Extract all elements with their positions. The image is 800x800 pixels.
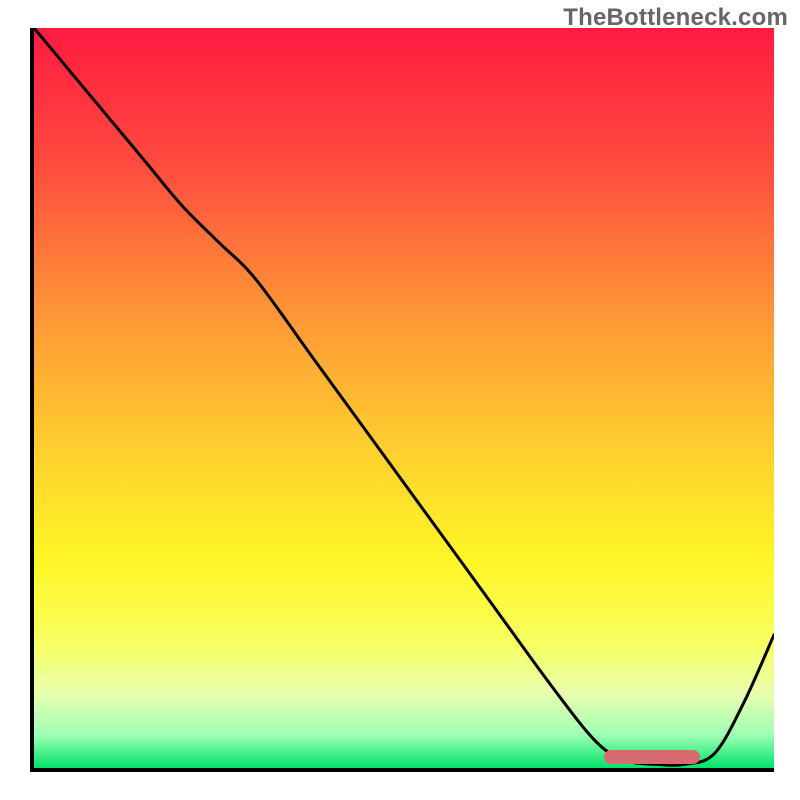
- plot-area: [34, 28, 774, 768]
- minimum-marker: [604, 750, 700, 764]
- chart-frame: TheBottleneck.com: [0, 0, 800, 800]
- x-axis: [30, 768, 774, 772]
- heat-background: [34, 28, 774, 768]
